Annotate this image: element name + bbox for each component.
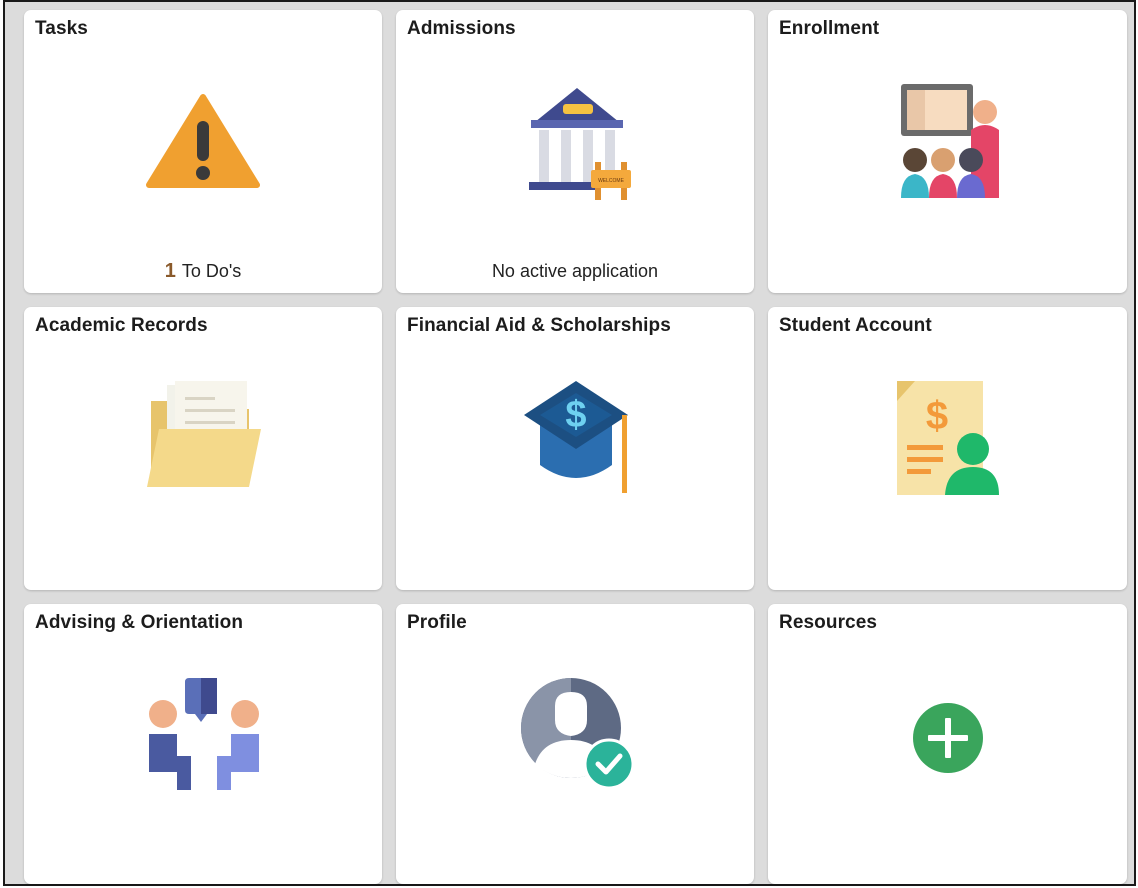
dollar-symbol: $ [565,394,586,436]
tile-title: Student Account [779,315,932,336]
tile-academic-records[interactable]: Academic Records [24,307,382,590]
tile-advising[interactable]: Advising & Orientation [24,604,382,884]
tile-financial-aid[interactable]: Financial Aid & Scholarships $ [396,307,754,590]
tile-admissions[interactable]: Admissions WELCOME No active application [396,10,754,293]
tile-title: Enrollment [779,18,880,39]
tile-title: Profile [407,612,467,633]
plus-circle-icon [913,703,983,773]
tile-tasks[interactable]: Tasks 1 To Do's [24,10,382,293]
dashboard-grid: Tasks 1 To Do's Admissions WELCOME No act… [3,0,1136,886]
welcome-sign-text: WELCOME [598,178,625,184]
tile-title: Academic Records [35,315,208,336]
admissions-status: No active application [491,261,659,281]
conversation-people-icon [149,678,259,790]
invoice-user-icon: $ [897,381,999,495]
tile-title: Tasks [35,18,88,39]
warning-icon [146,94,260,188]
tile-title: Admissions [407,18,516,39]
invoice-dollar-symbol: $ [926,394,948,438]
tile-title: Resources [779,612,878,633]
tile-student-account[interactable]: Student Account $ [768,307,1127,590]
tasks-footer: 1 To Do's [24,260,382,283]
tile-title: Financial Aid & Scholarships [407,315,671,336]
todo-count: 1 [164,260,176,282]
classroom-icon [901,84,999,198]
tile-profile[interactable]: Profile [396,604,754,884]
tile-enrollment[interactable]: Enrollment [768,10,1127,293]
tile-title: Advising & Orientation [35,612,244,633]
folder-documents-icon [147,381,261,487]
user-profile-check-icon [521,678,635,790]
university-building-icon: WELCOME [529,88,631,200]
todo-label: To Do's [181,261,242,281]
graduation-cap-dollar-icon: $ [524,381,628,493]
tile-resources[interactable]: Resources [768,604,1127,884]
